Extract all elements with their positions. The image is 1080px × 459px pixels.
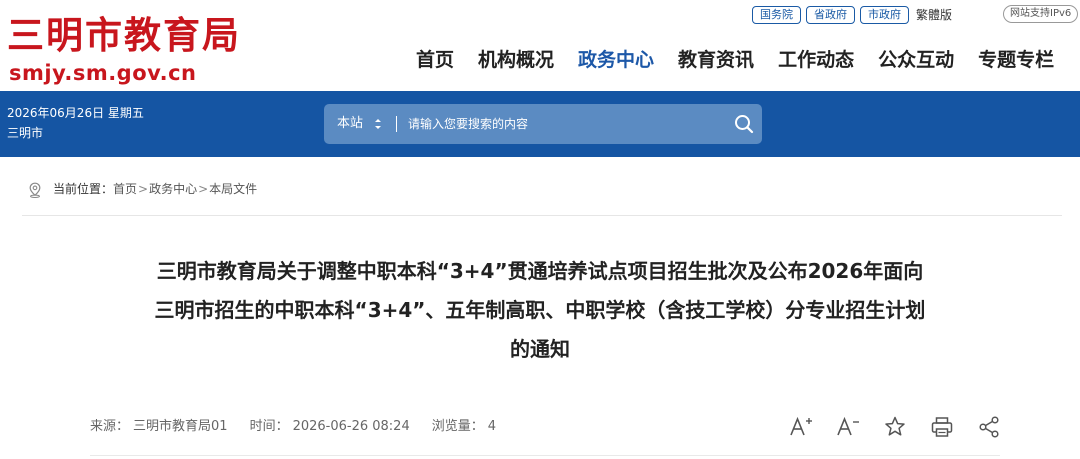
breadcrumb-label: 当前位置： bbox=[53, 182, 114, 196]
toplink-city[interactable]: 市政府 bbox=[860, 6, 909, 24]
breadcrumb: 当前位置：首页>政务中心>本局文件 bbox=[22, 174, 1062, 216]
toplink-state-council[interactable]: 国务院 bbox=[752, 6, 801, 24]
search-input[interactable] bbox=[408, 114, 708, 134]
nav-item-topics[interactable]: 专题专栏 bbox=[978, 46, 1054, 74]
content-divider bbox=[90, 455, 1000, 456]
info-band: 2026年06月26日 星期五 三明市 本站 bbox=[0, 91, 1080, 157]
breadcrumb-home[interactable]: 首页 bbox=[113, 182, 137, 196]
article-title: 三明市教育局关于调整中职本科“3+4”贯通培养试点项目招生批次及公布2026年面… bbox=[40, 252, 1040, 369]
top-links: 国务院 省政府 市政府 繁體版 bbox=[752, 6, 952, 24]
traditional-chinese-link[interactable]: 繁體版 bbox=[916, 6, 952, 24]
font-increase-icon bbox=[790, 416, 812, 436]
search-bar: 本站 bbox=[324, 104, 762, 144]
views-label: 浏览量： bbox=[431, 419, 484, 434]
article-meta: 来源： 三明市教育局01 时间： 2026-06-26 08:24 浏览量： 4 bbox=[90, 418, 500, 436]
font-increase-button[interactable] bbox=[788, 414, 814, 440]
nav-item-work[interactable]: 工作动态 bbox=[778, 46, 854, 74]
breadcrumb-separator: > bbox=[198, 182, 209, 196]
breadcrumb-government[interactable]: 政务中心 bbox=[149, 182, 197, 196]
nav-item-home[interactable]: 首页 bbox=[416, 46, 454, 74]
updown-arrow-icon[interactable] bbox=[374, 117, 382, 131]
font-decrease-icon bbox=[837, 416, 859, 436]
article-title-line: 的通知 bbox=[510, 337, 570, 361]
time-value: 2026-06-26 08:24 bbox=[292, 419, 410, 434]
favorite-button[interactable] bbox=[882, 414, 908, 440]
share-button[interactable] bbox=[976, 414, 1002, 440]
nav-item-government[interactable]: 政务中心 bbox=[578, 46, 654, 74]
source-value: 三明市教育局01 bbox=[133, 419, 228, 434]
search-divider bbox=[396, 116, 397, 132]
source-label: 来源： bbox=[90, 419, 130, 434]
breadcrumb-separator: > bbox=[138, 182, 149, 196]
current-city: 三明市 bbox=[7, 126, 44, 140]
article-tools bbox=[788, 414, 1002, 440]
site-domain[interactable]: smjy.sm.gov.cn bbox=[9, 60, 197, 86]
location-pin-icon bbox=[29, 182, 41, 198]
share-icon bbox=[979, 416, 999, 438]
time-label: 时间： bbox=[249, 419, 289, 434]
nav-item-about[interactable]: 机构概况 bbox=[478, 46, 554, 74]
nav-item-interaction[interactable]: 公众互动 bbox=[878, 46, 954, 74]
search-icon[interactable] bbox=[732, 112, 756, 136]
article-title-line: 三明市招生的中职本科“3+4”、五年制高职、中职学校（含技工学校）分专业招生计划 bbox=[154, 298, 926, 322]
ipv6-badge: 网站支持IPv6 bbox=[1003, 5, 1079, 23]
toplink-province[interactable]: 省政府 bbox=[806, 6, 855, 24]
print-icon bbox=[931, 417, 953, 437]
breadcrumb-trail: 当前位置：首页>政务中心>本局文件 bbox=[53, 181, 257, 198]
main-nav: 首页 机构概况 政务中心 教育资讯 工作动态 公众互动 专题专栏 bbox=[404, 46, 1066, 74]
current-date: 2026年06月26日 星期五 bbox=[7, 106, 144, 120]
views-value: 4 bbox=[487, 419, 497, 434]
nav-item-news[interactable]: 教育资讯 bbox=[678, 46, 754, 74]
print-button[interactable] bbox=[929, 414, 955, 440]
font-decrease-button[interactable] bbox=[835, 414, 861, 440]
article-title-line: 三明市教育局关于调整中职本科“3+4”贯通培养试点项目招生批次及公布2026年面… bbox=[156, 259, 924, 283]
site-header: 三明市教育局 smjy.sm.gov.cn 国务院 省政府 市政府 繁體版 网站… bbox=[0, 0, 1080, 91]
site-logo[interactable]: 三明市教育局 bbox=[7, 13, 241, 57]
breadcrumb-bureau-docs[interactable]: 本局文件 bbox=[209, 182, 257, 196]
star-icon bbox=[885, 416, 905, 436]
search-scope-select[interactable]: 本站 bbox=[337, 104, 363, 144]
